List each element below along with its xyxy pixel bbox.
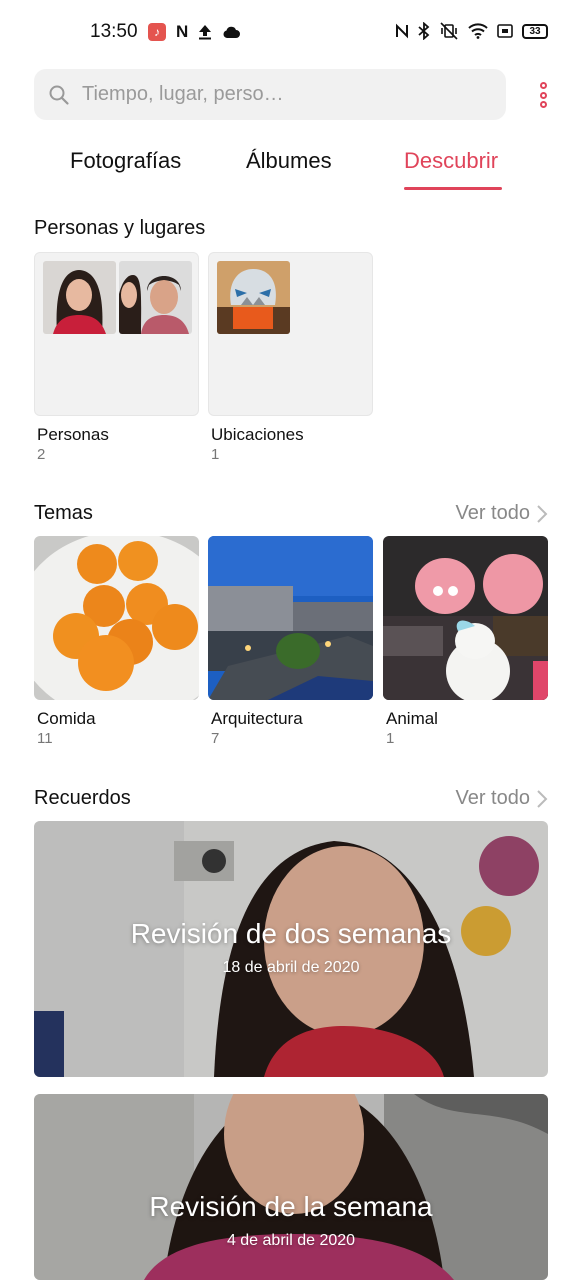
people-card-count: 2 <box>37 446 46 463</box>
bluetooth-icon <box>418 22 430 40</box>
tab-albums[interactable]: Álbumes <box>246 148 332 174</box>
wifi-icon <box>468 23 488 39</box>
battery-icon: 33 <box>522 23 548 39</box>
search-bar[interactable] <box>34 69 506 120</box>
memories-see-all-link[interactable]: Ver todo <box>455 787 548 810</box>
theme-label-food: Comida <box>37 709 96 728</box>
memory-title: Revisión de la semana <box>149 1191 433 1222</box>
theme-count-food: 11 <box>37 730 53 747</box>
memory-card[interactable]: Revisión de dos semanas 18 de abril de 2… <box>34 821 548 1077</box>
see-all-label: Ver todo <box>455 502 530 524</box>
cloud-icon <box>223 26 241 38</box>
tab-photos[interactable]: Fotografías <box>70 148 181 174</box>
person-thumbnail <box>119 261 192 334</box>
status-bar: 13:50 ♪ N 33 <box>0 0 582 62</box>
theme-count-architecture: 7 <box>211 730 220 747</box>
more-options-icon[interactable] <box>532 82 554 108</box>
see-all-label: Ver todo <box>455 787 530 809</box>
system-icons: 33 <box>395 22 548 40</box>
memory-image <box>34 1094 548 1280</box>
section-title-memories: Recuerdos <box>34 787 131 809</box>
animal-image <box>383 536 548 700</box>
memory-date: 4 de abril de 2020 <box>226 1232 356 1249</box>
cast-icon <box>497 24 513 38</box>
netflix-icon: N <box>176 22 189 41</box>
chevron-right-icon <box>537 789 548 808</box>
theme-label-architecture: Arquitectura <box>211 709 303 728</box>
food-image <box>34 536 199 700</box>
architecture-image <box>208 536 373 700</box>
people-card[interactable] <box>34 252 199 416</box>
chevron-right-icon <box>537 504 548 523</box>
theme-card-food[interactable] <box>34 536 199 700</box>
theme-card-animal[interactable] <box>383 536 548 700</box>
tab-discover[interactable]: Descubrir <box>404 148 498 174</box>
locations-card[interactable] <box>208 252 373 416</box>
memory-date: 18 de abril de 2020 <box>222 959 360 976</box>
themes-see-all-link[interactable]: Ver todo <box>455 502 548 525</box>
nfc-icon <box>396 23 408 39</box>
theme-card-architecture[interactable] <box>208 536 373 700</box>
search-icon <box>49 85 69 105</box>
location-thumbnail <box>217 261 290 334</box>
search-input[interactable] <box>82 69 482 120</box>
music-app-icon: ♪ <box>148 23 166 41</box>
status-time: 13:50 <box>90 21 138 42</box>
tab-bar: Fotografías Álbumes Descubrir <box>0 140 582 192</box>
memory-card[interactable]: Revisión de la semana 4 de abril de 2020 <box>34 1094 548 1280</box>
theme-count-animal: 1 <box>386 730 395 747</box>
memory-title: Revisión de dos semanas <box>130 918 452 949</box>
locations-card-label: Ubicaciones <box>211 425 304 444</box>
active-tab-indicator <box>404 187 502 190</box>
theme-label-animal: Animal <box>386 709 438 728</box>
section-title-themes: Temas <box>34 502 93 524</box>
person-thumbnail <box>43 261 116 334</box>
notification-icons: ♪ N <box>148 22 241 41</box>
vibrate-off-icon <box>440 22 458 40</box>
section-title-people-places: Personas y lugares <box>34 217 206 239</box>
locations-card-count: 1 <box>211 446 220 463</box>
people-card-label: Personas <box>37 425 109 444</box>
upload-icon <box>199 25 212 40</box>
